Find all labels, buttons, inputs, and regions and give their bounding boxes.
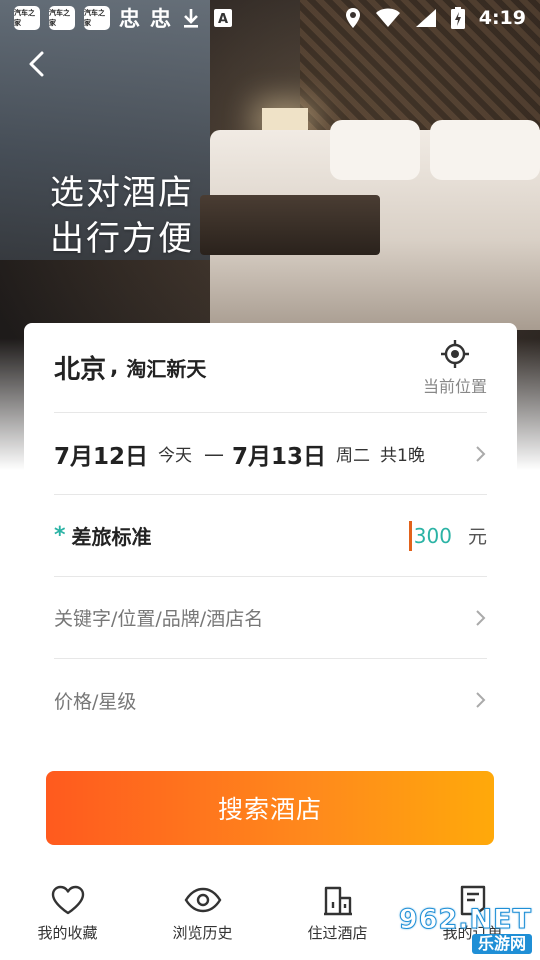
battery-icon xyxy=(450,7,465,29)
current-location-label: 当前位置 xyxy=(422,376,487,396)
hero-slogan: 选对酒店 出行方便 xyxy=(50,170,194,262)
city-separator: , xyxy=(110,355,119,380)
signal-icon xyxy=(415,9,436,27)
site-watermark: 962.NET 乐游网 xyxy=(398,904,540,958)
back-arrow-icon[interactable] xyxy=(24,50,52,78)
tab-favorites[interactable]: 我的收藏 xyxy=(0,864,135,960)
text-caret xyxy=(408,520,412,551)
tab-label: 住过酒店 xyxy=(307,924,368,942)
date-dash: — xyxy=(204,441,225,466)
budget-row: * 差旅标准 300 元 xyxy=(54,495,487,577)
keyword-input[interactable]: 关键字/位置/品牌/酒店名 xyxy=(54,604,263,631)
slogan-line: 出行方便 xyxy=(50,219,194,259)
budget-unit: 元 xyxy=(467,526,487,548)
city-name[interactable]: 北京 xyxy=(54,349,106,386)
heart-icon xyxy=(51,885,84,915)
slogan-line: 选对酒店 xyxy=(50,173,194,213)
search-hotel-button[interactable]: 搜索酒店 xyxy=(46,771,494,845)
wifi-icon xyxy=(375,8,400,27)
svg-text:A: A xyxy=(218,12,228,27)
notification-glyph: 忠 xyxy=(150,7,171,31)
hero-pillow xyxy=(330,120,420,180)
location-pin-icon xyxy=(345,8,360,28)
required-mark: * xyxy=(54,523,66,548)
budget-value[interactable]: 300 xyxy=(414,524,452,548)
checkout-day: 周二 xyxy=(336,446,371,466)
date-row[interactable]: 7月12日 今天 — 7月13日 周二 共1晚 xyxy=(54,413,487,495)
current-location-button[interactable]: 当前位置 xyxy=(423,339,487,397)
tab-label: 浏览历史 xyxy=(172,924,233,942)
checkout-date[interactable]: 7月13日 xyxy=(232,437,326,471)
price-star-row[interactable]: 价格/星级 xyxy=(54,659,487,741)
building-icon xyxy=(323,886,352,916)
checkin-day: 今天 xyxy=(158,446,193,466)
watermark-number: 962.NET xyxy=(398,904,532,935)
city-row[interactable]: 北京 , 淘汇新天 当前位置 xyxy=(54,323,487,413)
app-notification-icon: 汽车之家 xyxy=(49,6,75,30)
tab-stayed-hotels[interactable]: 住过酒店 xyxy=(270,864,405,960)
tab-label: 我的收藏 xyxy=(37,924,98,942)
download-icon xyxy=(184,9,198,28)
app-notification-icon: 汽车之家 xyxy=(84,6,110,30)
status-bar: 汽车之家 汽车之家 汽车之家 忠 忠 A 4:19 xyxy=(0,0,540,36)
chevron-right-icon xyxy=(476,609,486,626)
app-notification-icon: 汽车之家 xyxy=(14,6,40,30)
font-a-icon: A xyxy=(214,9,232,27)
hero-lamp xyxy=(262,108,308,132)
checkin-date[interactable]: 7月12日 xyxy=(54,437,148,471)
chevron-right-icon xyxy=(476,445,486,462)
hotel-search-card: 北京 , 淘汇新天 当前位置 7月12日 今天 — 7月13日 周二 共1晚 *… xyxy=(24,323,517,883)
hero-bench xyxy=(200,195,380,255)
watermark-site: 乐游网 xyxy=(471,934,532,954)
eye-icon xyxy=(184,887,221,913)
notification-glyph: 忠 xyxy=(119,7,140,31)
chevron-right-icon xyxy=(476,692,486,708)
status-time: 4:19 xyxy=(478,7,526,29)
locate-crosshair-icon xyxy=(440,339,469,368)
nights-count: 共1晚 xyxy=(380,446,425,466)
price-star-input[interactable]: 价格/星级 xyxy=(54,687,136,714)
hero-pillow xyxy=(430,120,540,180)
tab-history[interactable]: 浏览历史 xyxy=(135,864,270,960)
budget-input[interactable]: 300 元 xyxy=(408,520,487,551)
keyword-row[interactable]: 关键字/位置/品牌/酒店名 xyxy=(54,577,487,659)
budget-label: 差旅标准 xyxy=(71,525,152,549)
district-name[interactable]: 淘汇新天 xyxy=(126,353,206,382)
